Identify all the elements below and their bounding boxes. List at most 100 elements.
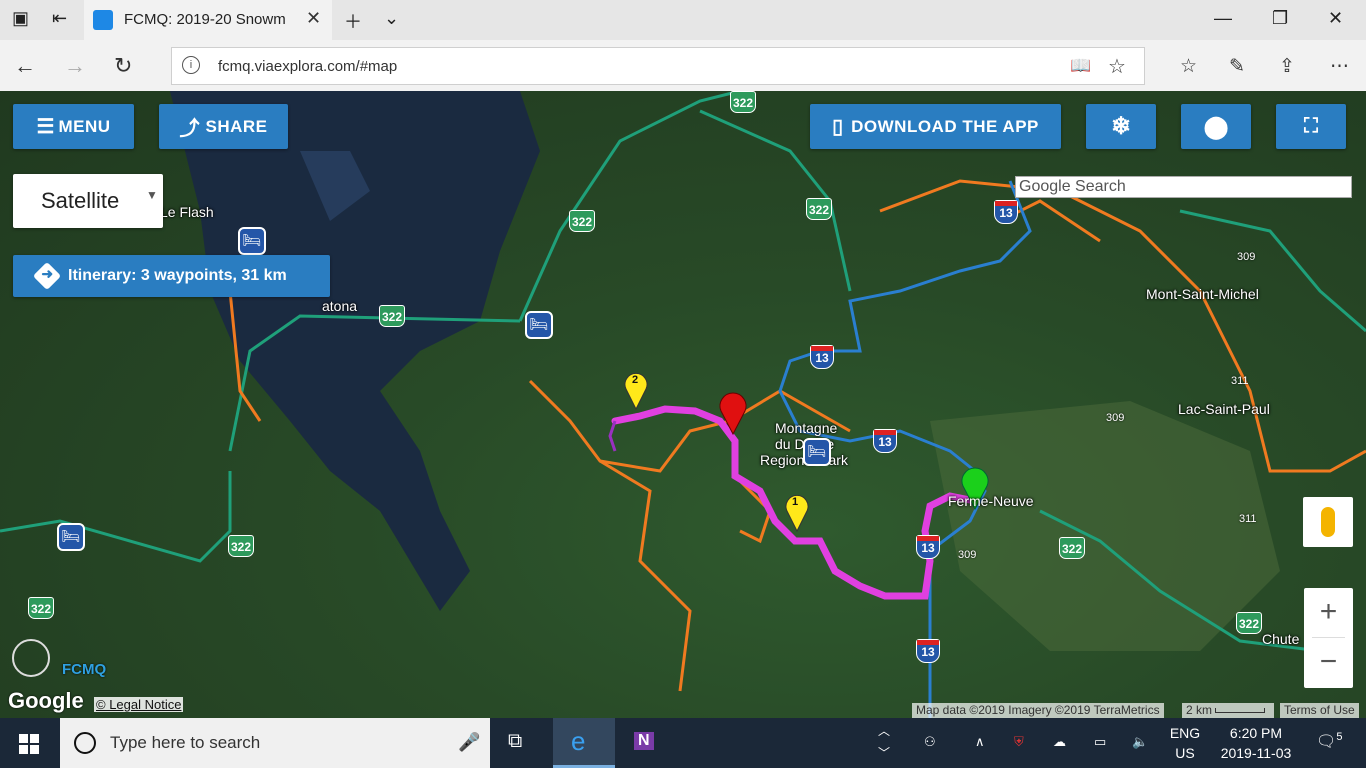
tab-title: FCMQ: 2019-20 Snowm	[124, 11, 286, 28]
language-code: ENG	[1169, 725, 1201, 741]
new-tab-icon[interactable]: ＋	[344, 8, 362, 34]
show-hidden-icons-chevron-icon[interactable]: ∧	[975, 734, 985, 750]
route-309-label: 309	[1106, 412, 1125, 424]
map-data-attribution: Map data ©2019 Imagery ©2019 TerraMetric…	[912, 703, 1164, 718]
notification-count-badge: 5	[1336, 731, 1343, 743]
highway-13-shield: 13	[916, 535, 940, 559]
route-spur	[608, 420, 617, 452]
cloud-sync-icon[interactable]: ☁	[1053, 734, 1066, 750]
route-311-label: 311	[1231, 375, 1249, 387]
place-label: Mont-Saint-Michel	[1146, 286, 1259, 302]
volume-icon[interactable]: 🔈	[1132, 734, 1148, 750]
menu-button[interactable]: ☰ MENU	[13, 104, 134, 149]
taskbar-scroll-icon[interactable]: ︿ ﹀	[878, 720, 890, 764]
explora-logo	[12, 639, 50, 677]
snow-conditions-button[interactable]: ❄	[1086, 104, 1156, 149]
itinerary-button[interactable]: ➜ Itinerary: 3 waypoints, 31 km	[13, 255, 330, 297]
battery-icon[interactable]: ▭	[1094, 734, 1106, 750]
hamburger-icon: ☰	[36, 116, 55, 138]
browser-tab-bar: ▣ ⇤ FCMQ: 2019-20 Snowm ✕ ＋ ⌄ — ❐ ✕	[0, 0, 1366, 40]
site-info-icon[interactable]: i	[182, 56, 200, 74]
terms-of-use-link[interactable]: Terms of Use	[1280, 703, 1359, 718]
place-label: Le Flash	[160, 204, 214, 220]
close-tab-icon[interactable]: ✕	[306, 8, 321, 29]
site-favicon-icon	[93, 10, 113, 30]
tabs-aside-icon[interactable]: ⇤	[52, 8, 67, 29]
clock-time: 6:20 PM	[1229, 725, 1283, 741]
taskbar-clock[interactable]: 6:20 PM 2019-11-03	[1210, 723, 1302, 763]
zoom-control: + −	[1304, 588, 1353, 688]
map-type-select[interactable]: Satellite ▼	[13, 174, 163, 228]
reading-view-icon[interactable]: 📖	[1070, 56, 1091, 76]
web-note-icon[interactable]: ✎	[1229, 55, 1245, 78]
route-322-shield: 322	[569, 210, 595, 232]
route-322-shield: 322	[1236, 612, 1262, 634]
share-icon: ⤴	[179, 118, 200, 140]
more-menu-icon[interactable]: ⋯	[1330, 55, 1349, 78]
lodging-bed-icon[interactable]: 🛏	[57, 523, 85, 551]
scale-bar: 2 km	[1182, 703, 1274, 718]
farmland	[930, 401, 1280, 651]
fullscreen-icon: ⛶	[1304, 115, 1318, 137]
zoom-out-button[interactable]: −	[1304, 638, 1353, 687]
favorites-hub-icon[interactable]: ☆	[1180, 55, 1197, 78]
security-icon[interactable]: ⛨	[1014, 734, 1024, 750]
edge-app-button[interactable]: e	[553, 718, 615, 768]
route-311-label: 311	[1239, 513, 1257, 525]
favorite-star-icon[interactable]: ☆	[1108, 54, 1126, 79]
address-bar[interactable]: i fcmq.viaexplora.com/#map 📖 ☆	[171, 47, 1145, 85]
refresh-icon[interactable]: ↻	[114, 53, 132, 79]
people-icon[interactable]: ⚇	[924, 734, 936, 750]
scale-label: 2 km	[1186, 703, 1213, 717]
lodging-bed-icon[interactable]: 🛏	[238, 227, 266, 255]
route-322-shield: 322	[730, 91, 756, 113]
place-label: Chute	[1262, 631, 1300, 647]
highway-13-shield: 13	[810, 345, 834, 369]
highway-13-shield: 13	[994, 200, 1018, 224]
cortana-icon	[74, 732, 96, 754]
task-view-icon[interactable]: ⧉	[508, 730, 522, 753]
legal-notice-link[interactable]: © Legal Notice	[94, 697, 184, 712]
google-search-input[interactable]: Google Search	[1015, 176, 1352, 198]
edge-icon: e	[571, 726, 586, 756]
download-app-button[interactable]: ▯ DOWNLOAD THE APP	[810, 104, 1061, 149]
lodging-bed-icon[interactable]: 🛏	[803, 438, 831, 466]
place-label: Ferme-Neuve	[948, 493, 1034, 509]
onenote-app-button[interactable]: N	[618, 718, 680, 768]
share-page-icon[interactable]: ⇪	[1279, 55, 1295, 78]
taskbar-search-box[interactable]: Type here to search 🎤	[60, 718, 490, 768]
route-322-shield: 322	[1059, 537, 1085, 559]
input-language[interactable]: ENG US	[1167, 723, 1203, 763]
microphone-icon[interactable]: 🎤	[458, 732, 480, 753]
windows-start-icon[interactable]	[19, 734, 39, 754]
fullscreen-button[interactable]: ⛶	[1276, 104, 1346, 149]
street-view-pegman[interactable]	[1303, 497, 1353, 547]
lodging-bed-icon[interactable]: 🛏	[525, 311, 553, 339]
tab-list-chevron-icon[interactable]: ⌄	[384, 8, 399, 29]
keyboard-layout: US	[1175, 745, 1195, 761]
location-pin-icon: ⬤	[1203, 113, 1229, 139]
place-label: atona	[322, 298, 358, 314]
map-canvas[interactable]: 2 1 Le Flash atona Mont-Saint-Michel Lac…	[0, 91, 1366, 718]
browser-tab[interactable]: FCMQ: 2019-20 Snowm ✕	[84, 0, 332, 40]
back-icon[interactable]: ←	[14, 53, 36, 79]
close-window-icon[interactable]: ✕	[1328, 8, 1343, 29]
share-button[interactable]: ⤴ SHARE	[159, 104, 288, 149]
highway-13-shield: 13	[873, 429, 897, 453]
route-322-shield: 322	[228, 535, 254, 557]
tab-preview-icon[interactable]: ▣	[12, 8, 29, 29]
itinerary-label: Itinerary: 3 waypoints, 31 km	[68, 267, 287, 284]
url-text[interactable]: fcmq.viaexplora.com/#map	[218, 58, 397, 75]
my-location-button[interactable]: ⬤	[1181, 104, 1251, 149]
clock-date: 2019-11-03	[1220, 745, 1292, 761]
maximize-icon[interactable]: ❐	[1272, 8, 1288, 29]
onenote-icon: N	[634, 732, 654, 750]
taskbar-search-placeholder: Type here to search	[110, 733, 261, 752]
minimize-icon[interactable]: —	[1214, 8, 1232, 29]
forward-icon[interactable]: →	[64, 53, 86, 79]
action-center-icon[interactable]: 🗨5	[1316, 731, 1342, 751]
highway-13-shield: 13	[916, 639, 940, 663]
fcmq-logo: FCMQ	[62, 661, 107, 678]
zoom-in-button[interactable]: +	[1304, 588, 1353, 637]
place-label: Lac-Saint-Paul	[1178, 401, 1270, 417]
